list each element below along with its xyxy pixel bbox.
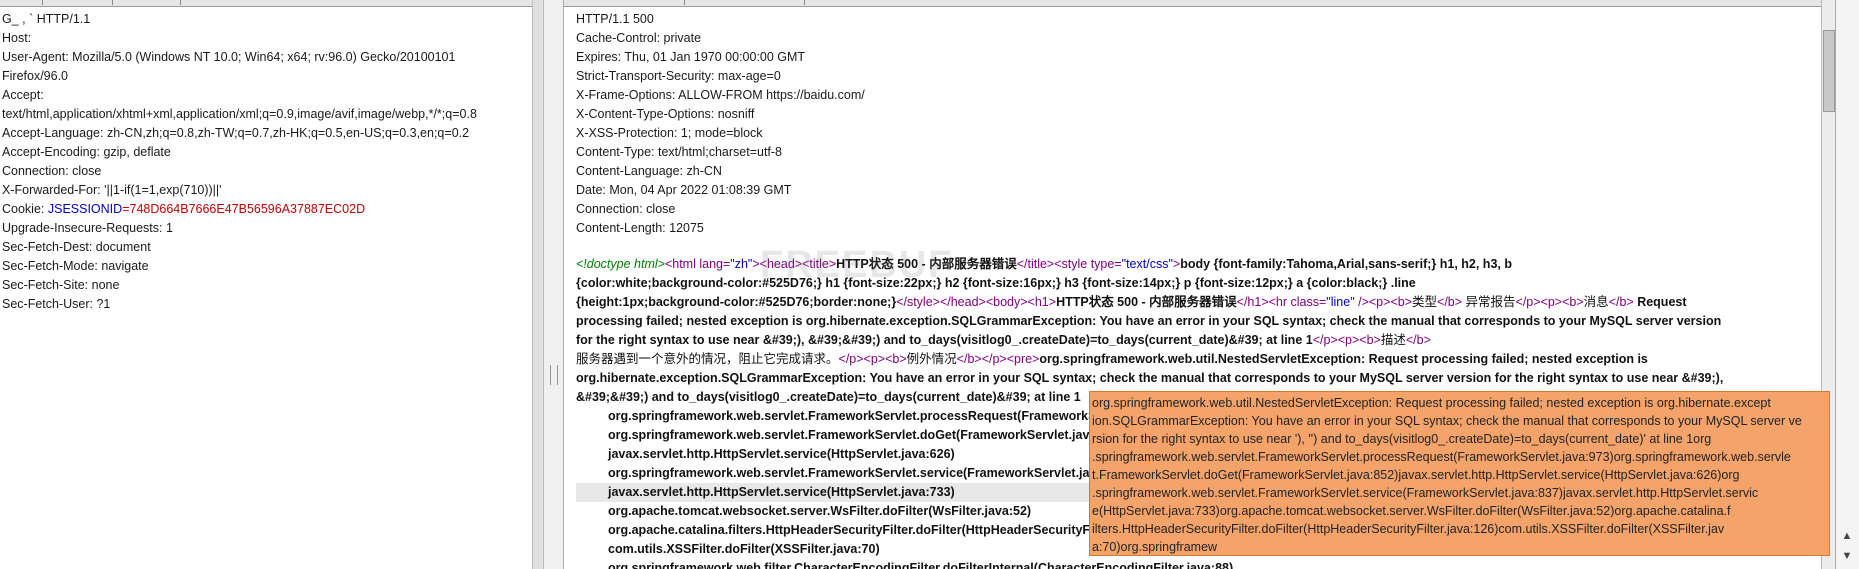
request-line: Firefox/96.0 bbox=[2, 69, 69, 83]
body-line: for the right syntax to use near &#39;),… bbox=[576, 331, 1816, 350]
request-line: Sec-Fetch-User: ?1 bbox=[2, 297, 111, 311]
response-header-line: Content-Length: 12075 bbox=[576, 221, 704, 235]
pane-splitter[interactable] bbox=[543, 0, 563, 569]
response-header-line: X-Frame-Options: ALLOW-FROM https://baid… bbox=[576, 88, 865, 102]
request-text[interactable]: G_ , ` HTTP/1.1 Host: User-Agent: Mozill… bbox=[2, 10, 477, 314]
h1-text: HTTP状态 500 - 内部服务器错误 bbox=[1056, 295, 1237, 309]
html-tag: </b> bbox=[1608, 295, 1638, 309]
exception-text: org.springframework.web.util.NestedServl… bbox=[1039, 352, 1648, 366]
css-text: body {font-family:Tahoma,Arial,sans-seri… bbox=[1180, 257, 1512, 271]
scroll-up-icon[interactable]: ▲ bbox=[1839, 528, 1855, 544]
scroll-down-icon[interactable]: ▼ bbox=[1839, 548, 1855, 564]
request-editor[interactable]: G_ , ` HTTP/1.1 Host: User-Agent: Mozill… bbox=[0, 0, 542, 569]
tab-divider bbox=[684, 0, 685, 5]
scrollbar-thumb[interactable] bbox=[1823, 30, 1835, 112]
body-line: 服务器遇到一个意外的情况，阻止它完成请求。</p><p><b>例外情况</b><… bbox=[576, 350, 1816, 369]
tooltip-line: org.springframework.web.util.NestedServl… bbox=[1092, 396, 1771, 410]
html-tag: </b> bbox=[1437, 295, 1466, 309]
html-tag: </p><p><b> bbox=[1515, 295, 1584, 309]
tooltip-line: .springframework.web.servlet.FrameworkSe… bbox=[1092, 486, 1759, 500]
attr-value: "line" bbox=[1326, 295, 1355, 309]
request-line: Sec-Fetch-Dest: document bbox=[2, 240, 151, 254]
response-header-line: Expires: Thu, 01 Jan 1970 00:00:00 GMT bbox=[576, 50, 806, 64]
tab-divider bbox=[804, 0, 805, 5]
response-header-line: X-Content-Type-Options: nosniff bbox=[576, 107, 755, 121]
stack-trace-line: org.springframework.web.filter.Character… bbox=[608, 561, 1234, 569]
hover-tooltip: org.springframework.web.util.NestedServl… bbox=[1089, 391, 1830, 556]
request-line: Sec-Fetch-Mode: navigate bbox=[2, 259, 149, 273]
response-header-line: Content-Language: zh-CN bbox=[576, 164, 722, 178]
request-line: G_ , ` HTTP/1.1 bbox=[2, 12, 91, 26]
tooltip-line: rsion for the right syntax to use near '… bbox=[1092, 432, 1712, 446]
description-label: 描述 bbox=[1380, 333, 1406, 347]
tab-divider bbox=[180, 0, 181, 5]
html-tag: </p><p><b> bbox=[838, 352, 907, 366]
response-header-line: Cache-Control: private bbox=[576, 31, 702, 45]
html-tag: </h1><hr class= bbox=[1236, 295, 1327, 309]
request-line: Accept-Language: zh-CN,zh;q=0.8,zh-TW;q=… bbox=[2, 126, 470, 140]
response-header-line: HTTP/1.1 500 bbox=[576, 12, 654, 26]
tab-divider bbox=[112, 0, 113, 5]
message-text: for the right syntax to use near &#39;),… bbox=[576, 333, 1313, 347]
cookie-name: JSESSIONID bbox=[47, 202, 123, 216]
response-header-line: X-XSS-Protection: 1; mode=block bbox=[576, 126, 763, 140]
tooltip-line: ilters.HttpHeaderSecurityFilter.doFilter… bbox=[1092, 522, 1725, 536]
cookie-value: =748D664B7666E47B56596A37887EC02D bbox=[122, 202, 366, 216]
request-line: Upgrade-Insecure-Requests: 1 bbox=[2, 221, 173, 235]
html-tag: /><p><b> bbox=[1354, 295, 1412, 309]
type-label: 类型 bbox=[1412, 295, 1438, 309]
body-line: {height:1px;background-color:#525D76;bor… bbox=[576, 293, 1816, 312]
tooltip-line: ion.SQLGrammarException: You have an err… bbox=[1092, 414, 1802, 428]
splitter-grip[interactable] bbox=[550, 365, 558, 385]
tooltip-line: t.FrameworkServlet.doGet(FrameworkServle… bbox=[1092, 468, 1740, 482]
html-tag: </title><style type= bbox=[1016, 257, 1122, 271]
response-header-line: Content-Type: text/html;charset=utf-8 bbox=[576, 145, 782, 159]
body-line: processing failed; nested exception is o… bbox=[576, 314, 1722, 328]
css-text: {height:1px;background-color:#525D76;bor… bbox=[576, 295, 897, 309]
message-label: 消息 bbox=[1583, 295, 1609, 309]
request-line: User-Agent: Mozilla/5.0 (Windows NT 10.0… bbox=[2, 50, 456, 64]
html-tag: </style></head><body><h1> bbox=[896, 295, 1057, 309]
request-line: X-Forwarded-For: '||1-if(1=1,exp(710))||… bbox=[2, 183, 222, 197]
description-text: 服务器遇到一个意外的情况，阻止它完成请求。 bbox=[576, 352, 839, 366]
tooltip-line: e(HttpServlet.java:733)org.apache.tomcat… bbox=[1092, 504, 1731, 518]
response-header-line: Connection: close bbox=[576, 202, 676, 216]
html-tag: </b> bbox=[1405, 333, 1431, 347]
html-tag: </p><p><b> bbox=[1312, 333, 1381, 347]
tab-divider bbox=[42, 0, 43, 5]
request-line: Accept-Encoding: gzip, deflate bbox=[2, 145, 171, 159]
exception-report-label: 异常报告 bbox=[1465, 295, 1516, 309]
doctype: <!doctype html> bbox=[576, 257, 665, 271]
request-tab-strip bbox=[0, 0, 542, 7]
request-line: Accept: bbox=[2, 88, 44, 102]
html-tag: </b></p><pre> bbox=[956, 352, 1040, 366]
attr-value: "zh" bbox=[730, 257, 753, 271]
tooltip-line: .springframework.web.servlet.FrameworkSe… bbox=[1092, 450, 1791, 464]
tooltip-line: a:70)org.springframew bbox=[1092, 540, 1218, 554]
cookie-label: Cookie: bbox=[2, 202, 48, 216]
request-line: Connection: close bbox=[2, 164, 102, 178]
body-line: org.hibernate.exception.SQLGrammarExcept… bbox=[576, 371, 1724, 385]
response-header-line: Strict-Transport-Security: max-age=0 bbox=[576, 69, 781, 83]
watermark: FREEBUF bbox=[760, 244, 954, 286]
exception-label: 例外情况 bbox=[906, 352, 957, 366]
cookie-line: Cookie: JSESSIONID=748D664B7666E47B56596… bbox=[2, 200, 477, 219]
request-line: Host: bbox=[2, 31, 32, 45]
request-line: text/html,application/xhtml+xml,applicat… bbox=[2, 107, 477, 121]
response-headers[interactable]: HTTP/1.1 500 Cache-Control: private Expi… bbox=[576, 10, 865, 238]
right-rail bbox=[1835, 0, 1859, 569]
html-tag: <html lang= bbox=[664, 257, 731, 271]
request-scrollbar[interactable] bbox=[532, 0, 543, 569]
attr-value: "text/css" bbox=[1121, 257, 1173, 271]
request-line: Sec-Fetch-Site: none bbox=[2, 278, 120, 292]
message-text: Request bbox=[1637, 295, 1687, 309]
response-tab-strip bbox=[564, 0, 1822, 7]
response-header-line: Date: Mon, 04 Apr 2022 01:08:39 GMT bbox=[576, 183, 792, 197]
